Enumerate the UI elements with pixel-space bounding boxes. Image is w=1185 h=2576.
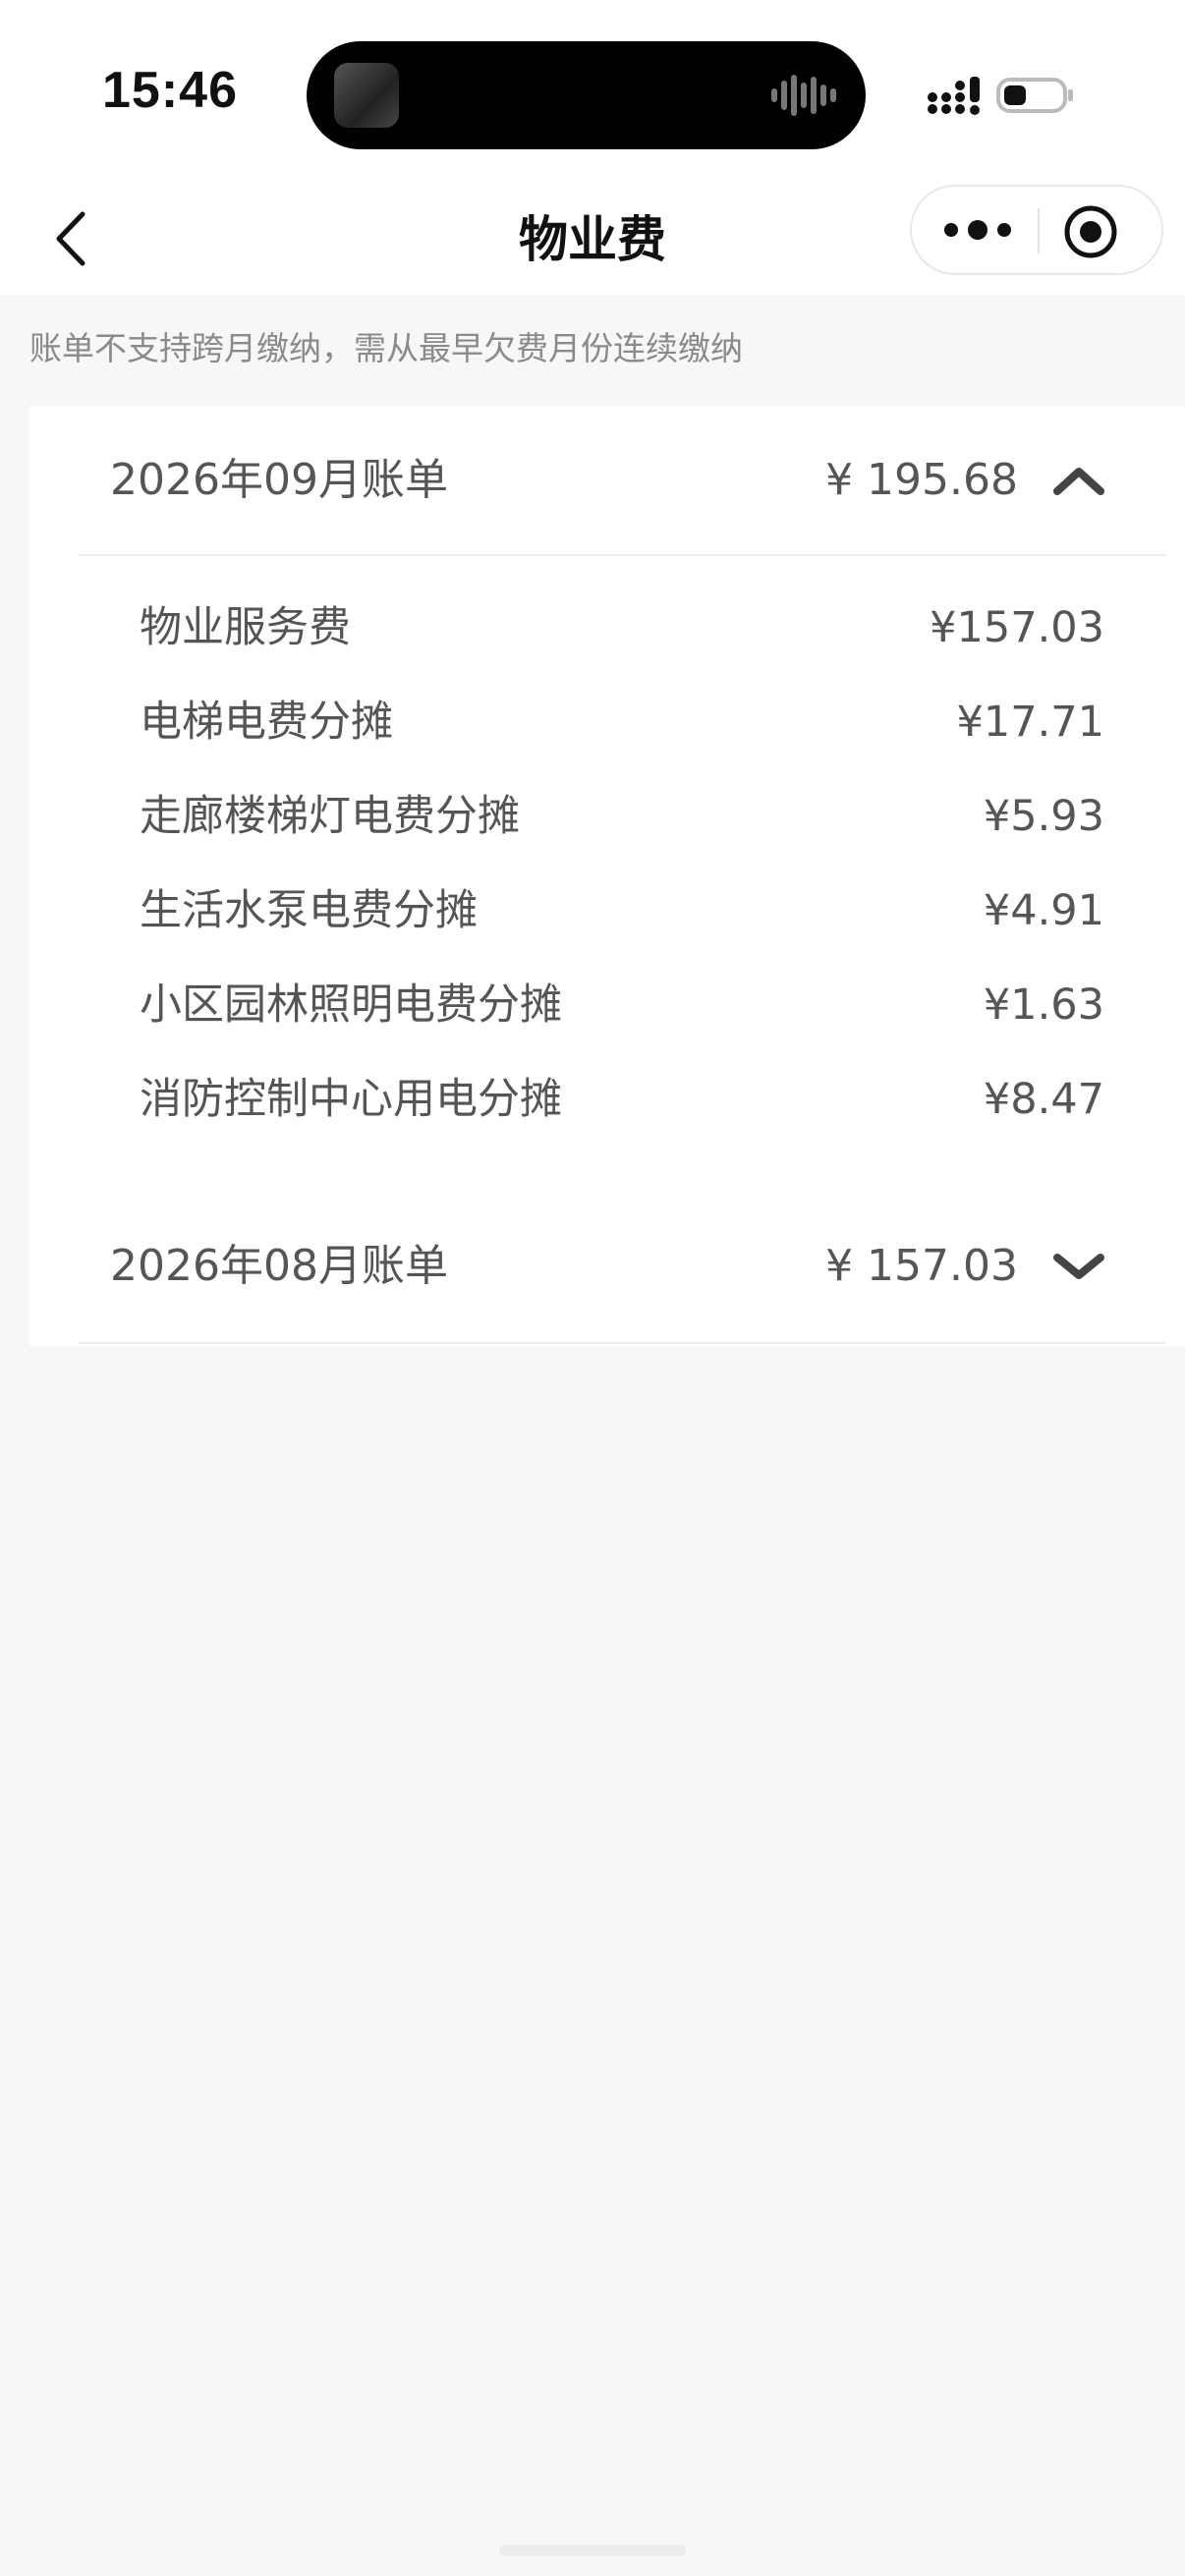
fee-item: 小区园林照明电费分摊 ¥1.63 — [140, 967, 1104, 1045]
fee-item-value: ¥17.71 — [956, 698, 1104, 747]
fee-item-label: 电梯电费分摊 — [140, 698, 393, 747]
bill-amount: ¥ 157.03 — [825, 1241, 1018, 1291]
status-time: 15:46 — [102, 62, 238, 119]
chevron-up-icon[interactable] — [1051, 464, 1106, 497]
fee-item-value: ¥5.93 — [983, 792, 1104, 841]
fee-item-label: 消防控制中心用电分摊 — [140, 1075, 562, 1124]
fee-item: 消防控制中心用电分摊 ¥8.47 — [140, 1061, 1104, 1140]
target-close-icon[interactable] — [1061, 202, 1120, 261]
divider — [79, 1342, 1165, 1344]
bill-title: 2026年09月账单 — [110, 455, 448, 505]
home-indicator — [499, 2545, 686, 2556]
battery-icon — [996, 78, 1073, 113]
camera-avatar-icon — [334, 63, 399, 128]
fee-item: 走廊楼梯灯电费分摊 ¥5.93 — [140, 778, 1104, 857]
bill-header-2026-08[interactable]: 2026年08月账单 ¥ 157.03 — [79, 1193, 1165, 1340]
fee-item: 生活水泵电费分摊 ¥4.91 — [140, 872, 1104, 951]
fee-item-value: ¥1.63 — [983, 980, 1104, 1030]
mini-program-capsule — [910, 185, 1163, 275]
nav-bar: 物业费 — [0, 185, 1185, 295]
bill-amount: ¥ 195.68 — [825, 455, 1018, 505]
bill-header-2026-09[interactable]: 2026年09月账单 ¥ 195.68 — [79, 407, 1165, 554]
fee-item: 电梯电费分摊 ¥17.71 — [140, 684, 1104, 762]
fee-item-label: 生活水泵电费分摊 — [140, 886, 478, 935]
payment-notice: 账单不支持跨月缴纳，需从最早欠费月份连续缴纳 — [29, 329, 743, 367]
fee-item-value: ¥8.47 — [983, 1075, 1104, 1124]
chevron-left-icon[interactable] — [39, 204, 108, 273]
dynamic-island — [307, 41, 866, 149]
fee-item-value: ¥4.91 — [983, 886, 1104, 935]
signal-icon — [928, 77, 980, 115]
bills-card: 2026年09月账单 ¥ 195.68 物业服务费 ¥157.03 电梯电费分摊… — [29, 407, 1185, 1346]
bill-title: 2026年08月账单 — [110, 1241, 448, 1291]
status-bar: 15:46 — [0, 0, 1185, 187]
fee-item-label: 走廊楼梯灯电费分摊 — [140, 792, 520, 841]
audio-wave-icon — [771, 75, 836, 116]
fee-item: 物业服务费 ¥157.03 — [140, 589, 1104, 668]
divider — [79, 554, 1165, 556]
fee-item-value: ¥157.03 — [930, 603, 1104, 652]
fee-item-label: 小区园林照明电费分摊 — [140, 980, 562, 1030]
fee-item-label: 物业服务费 — [140, 603, 351, 652]
capsule-divider — [1038, 208, 1040, 253]
chevron-down-icon[interactable] — [1051, 1250, 1106, 1283]
more-dots-icon[interactable] — [933, 204, 1022, 255]
